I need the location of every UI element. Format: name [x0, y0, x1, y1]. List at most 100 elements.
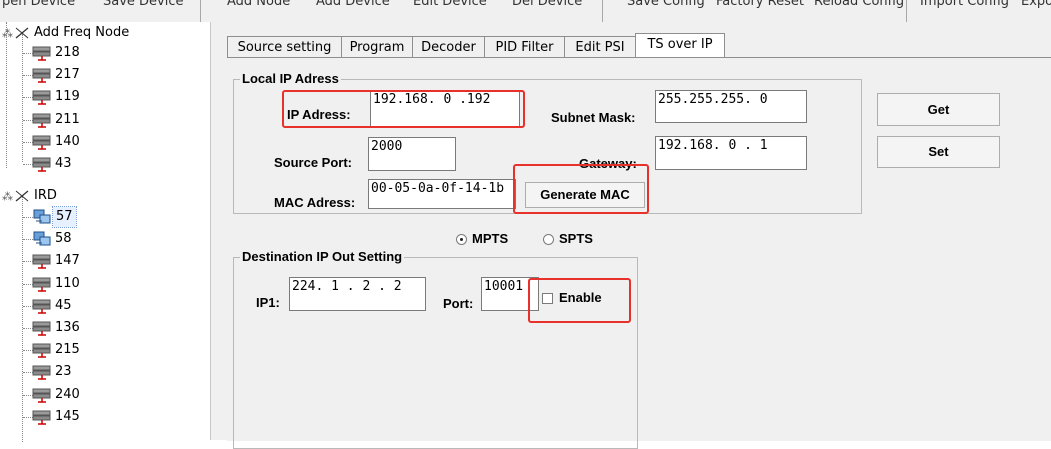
get-button[interactable]: Get	[877, 93, 1000, 126]
ird-device-icon	[33, 209, 51, 224]
menu-save-device[interactable]: Save Device	[103, 0, 184, 9]
tree-item-label: 218	[55, 45, 80, 60]
tree-item[interactable]: 23	[0, 362, 200, 382]
mac-address-label: MAC Adress:	[274, 195, 356, 210]
menu-add-node[interactable]: Add Node	[227, 0, 290, 9]
tree-item[interactable]: 45	[0, 296, 200, 316]
mac-address-input[interactable]: 00-05-0a-0f-14-1b	[368, 179, 516, 209]
tree-item[interactable]: 211	[0, 110, 200, 130]
menu-save-config[interactable]: Save Config	[627, 0, 705, 9]
tree-item[interactable]: 136	[0, 318, 200, 338]
device-icon	[32, 299, 51, 314]
tree-item[interactable]: 145	[0, 407, 200, 427]
svg-text:⁂: ⁂	[2, 27, 13, 40]
tree-item-label: 45	[55, 297, 72, 313]
set-button[interactable]: Set	[877, 136, 1000, 168]
tree-item-label: 140	[55, 133, 80, 149]
ip1-label: IP1:	[256, 295, 280, 310]
dest-port-input[interactable]: 10001	[481, 277, 539, 311]
tree-item-label: 119	[55, 89, 80, 105]
spts-label: SPTS	[559, 231, 593, 246]
ip-address-label: IP Adress:	[287, 107, 351, 122]
mpts-radio[interactable]	[456, 234, 467, 245]
tab-edit-psi[interactable]: Edit PSI	[564, 36, 636, 58]
tree-item-label: 240	[55, 386, 80, 402]
tree-item[interactable]: 119	[0, 87, 200, 107]
svg-text:⁂: ⁂	[2, 190, 13, 203]
menu-del-device[interactable]: Del Device	[512, 0, 582, 9]
tree-item[interactable]: 218	[0, 43, 200, 63]
tree-item-label: 43	[55, 156, 72, 171]
menu-separator	[906, 0, 907, 22]
tree-item-label: 217	[55, 67, 80, 83]
menu-reload-config[interactable]: Reload Config	[814, 0, 904, 9]
local-ip-title: Local IP Adress	[240, 71, 341, 86]
device-icon	[32, 277, 51, 292]
source-port-input[interactable]: 2000	[368, 137, 456, 171]
device-icon	[32, 157, 51, 172]
enable-checkbox[interactable]	[542, 293, 553, 304]
menu-bar: pen Device Save Device Add Node Add Devi…	[0, 0, 1051, 22]
source-port-label: Source Port:	[274, 155, 353, 170]
menu-export[interactable]: Expo	[1021, 0, 1051, 9]
ip-address-input[interactable]: 192.168. 0 .192	[370, 90, 520, 128]
tree-item-label: 23	[55, 364, 72, 380]
port-label: Port:	[443, 296, 474, 311]
tree-item[interactable]: 43	[0, 154, 200, 174]
tab-content: Local IP Adress IP Adress: 192.168. 0 .1…	[227, 57, 1051, 449]
tree-item-label: 215	[55, 342, 80, 358]
tree-item-label: 147	[55, 253, 80, 269]
tree-node-ird-label: IRD	[34, 188, 57, 203]
tree-node-ird[interactable]: ⁂ IRD	[0, 186, 200, 206]
tree-item[interactable]: 240	[0, 385, 200, 405]
tab-source-setting[interactable]: Source setting	[227, 36, 342, 58]
device-icon	[32, 46, 51, 61]
menu-separator	[200, 0, 201, 22]
menu-separator	[602, 0, 603, 22]
group-icon: ⁂	[2, 190, 29, 203]
gateway-input[interactable]: 192.168. 0 . 1	[655, 136, 807, 170]
menu-open-device[interactable]: pen Device	[2, 0, 75, 9]
device-icon	[32, 113, 51, 128]
device-tree[interactable]: ⁂ Add Freq Node 218 217 119 211 140 43 ⁂ IRD …	[0, 22, 210, 442]
device-icon	[32, 90, 51, 106]
menu-edit-device[interactable]: Edit Device	[413, 0, 487, 9]
tree-item-label: 136	[55, 320, 80, 335]
tab-ts-over-ip[interactable]: TS over IP	[635, 33, 725, 59]
device-icon	[32, 254, 51, 270]
tree-item[interactable]: 215	[0, 340, 200, 360]
tree-item[interactable]: 57	[0, 206, 200, 228]
gateway-label: Gateway:	[579, 156, 637, 171]
tree-item-label: 145	[55, 408, 80, 424]
tree-item-label: 211	[55, 111, 80, 127]
device-icon	[32, 388, 51, 403]
tab-decoder[interactable]: Decoder	[412, 36, 485, 58]
tree-item[interactable]: 217	[0, 65, 200, 85]
device-icon	[32, 321, 51, 336]
device-icon	[32, 365, 51, 381]
tab-pid-filter[interactable]: PID Filter	[484, 36, 565, 58]
tree-item[interactable]: 58	[0, 229, 200, 249]
subnet-mask-input[interactable]: 255.255.255. 0	[655, 90, 807, 123]
tree-item[interactable]: 140	[0, 132, 200, 152]
tree-item-label: 58	[55, 231, 72, 247]
menu-factory-reset[interactable]: Factory Reset	[716, 0, 804, 9]
menu-add-device[interactable]: Add Device	[316, 0, 390, 9]
tab-program[interactable]: Program	[341, 36, 413, 58]
ip1-input[interactable]: 224. 1 . 2 . 2	[289, 277, 426, 311]
spts-radio[interactable]	[543, 234, 554, 245]
generate-mac-button[interactable]: Generate MAC	[525, 182, 645, 208]
enable-label: Enable	[559, 290, 602, 305]
group-icon: ⁂	[2, 27, 29, 40]
tree-item[interactable]: 110	[0, 274, 200, 294]
destination-title: Destination IP Out Setting	[240, 249, 405, 264]
tree-item[interactable]: 147	[0, 251, 200, 271]
menu-import-config[interactable]: Import Config	[920, 0, 1009, 9]
tree-node-freq-label: Add Freq Node	[34, 25, 130, 40]
subnet-mask-label: Subnet Mask:	[551, 110, 636, 125]
tree-item-label: 57	[52, 206, 77, 228]
device-icon	[32, 343, 51, 358]
device-icon	[32, 68, 51, 83]
tree-node-freq[interactable]: ⁂ Add Freq Node	[0, 23, 200, 43]
settings-panel: Source setting Program Decoder PID Filte…	[216, 22, 1051, 449]
